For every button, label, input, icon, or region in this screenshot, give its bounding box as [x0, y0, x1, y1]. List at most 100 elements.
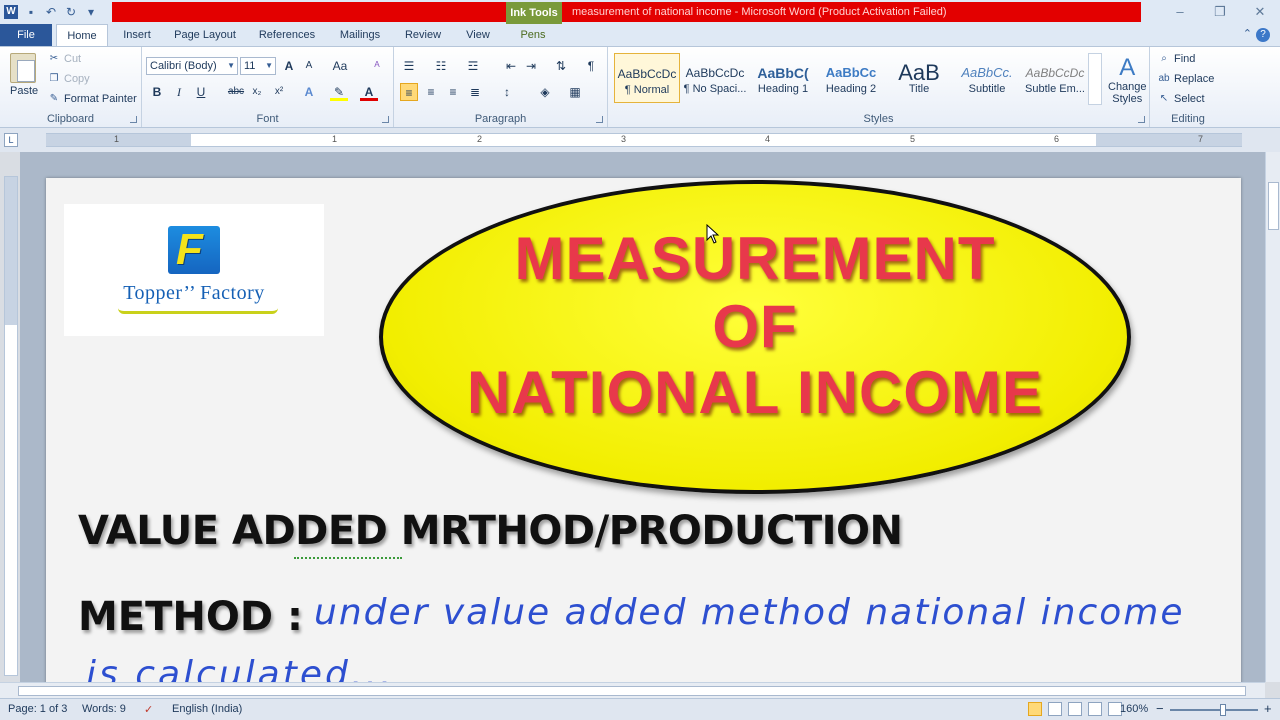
change-styles-button[interactable]: A Change Styles [1108, 54, 1147, 106]
ribbon-tabs: File Home Insert Page Layout References … [0, 24, 1280, 46]
font-launcher-icon[interactable] [382, 116, 389, 123]
ruler-area: L 1 1 2 3 4 5 6 7 [0, 128, 1280, 152]
maximize-button[interactable]: ❐ [1200, 0, 1240, 24]
styles-gallery-scroll[interactable] [1088, 53, 1102, 105]
tab-page-layout[interactable]: Page Layout [168, 24, 242, 46]
vertical-scrollbar[interactable] [1265, 152, 1280, 682]
word-count[interactable]: Words: 9 [82, 703, 126, 715]
paragraph-group: ☰ ☷ ☲ ⇤ ⇥ ⇅ ¶ ≡ ≡ ≡ ≣ ↕ ◈ ▦ Paragraph [394, 47, 608, 127]
tab-file[interactable]: File [0, 24, 52, 46]
multilevel-list-icon[interactable]: ☲ [464, 57, 482, 75]
undo-icon[interactable]: ↶ [44, 5, 58, 19]
logo-swoosh [118, 308, 278, 314]
superscript-button[interactable]: x² [270, 83, 288, 101]
align-left-icon[interactable]: ≡ [400, 83, 418, 101]
redo-icon[interactable]: ↻ [64, 5, 78, 19]
paste-icon[interactable] [10, 53, 36, 83]
tab-pens[interactable]: Pens [508, 24, 558, 46]
shrink-font-button[interactable]: A [300, 57, 318, 75]
style-normal[interactable]: AaBbCcDc ¶ Normal [614, 53, 680, 103]
style-heading-2[interactable]: AaBbCc Heading 2 [818, 53, 884, 103]
word-app-icon[interactable]: W [4, 5, 18, 19]
chevron-down-icon: ▼ [265, 61, 273, 70]
select-button[interactable]: ↖ Select [1158, 93, 1205, 105]
style-subtitle[interactable]: AaBbCc. Subtitle [954, 53, 1020, 103]
sort-icon[interactable]: ⇅ [552, 57, 570, 75]
ribbon: Paste ✂ Cut ❐ Copy ✎ Format Painter Clipboa… [0, 46, 1280, 128]
borders-icon[interactable]: ▦ [566, 83, 584, 101]
grow-font-button[interactable]: A [280, 57, 298, 75]
tab-insert[interactable]: Insert [114, 24, 160, 46]
font-color-icon[interactable]: A [360, 83, 378, 101]
styles-group: AaBbCcDc ¶ Normal AaBbCcDc ¶ No Spaci...… [608, 47, 1150, 127]
save-icon[interactable]: ▪ [24, 5, 38, 19]
tab-review[interactable]: Review [398, 24, 448, 46]
italic-button[interactable]: I [170, 83, 188, 101]
font-size-select[interactable]: 11 ▼ [240, 57, 276, 75]
vertical-ruler[interactable] [4, 176, 18, 676]
styles-launcher-icon[interactable] [1138, 116, 1145, 123]
zoom-slider-thumb[interactable] [1220, 704, 1226, 716]
close-button[interactable]: ✕ [1240, 0, 1280, 24]
shading-icon[interactable]: ◈ [536, 83, 554, 101]
style-title[interactable]: AaB Title [886, 53, 952, 103]
numbering-icon[interactable]: ☷ [432, 57, 450, 75]
style-subtle-emphasis[interactable]: AaBbCcDc Subtle Em... [1022, 53, 1088, 103]
horizontal-scroll-thumb[interactable] [18, 686, 1246, 696]
customize-qat-icon[interactable]: ▾ [84, 5, 98, 19]
tab-home[interactable]: Home [56, 24, 108, 46]
show-formatting-button[interactable]: ¶ [582, 57, 600, 75]
language-indicator[interactable]: English (India) [172, 703, 242, 715]
tab-selector[interactable]: L [4, 133, 18, 147]
full-screen-reading-icon[interactable] [1048, 702, 1062, 716]
title-ellipse-shape[interactable]: MEASUREMENT OF NATIONAL INCOME [379, 180, 1131, 494]
clipboard-launcher-icon[interactable] [130, 116, 137, 123]
replace-button[interactable]: ab Replace [1158, 73, 1214, 85]
strikethrough-button[interactable]: abc [224, 83, 248, 101]
justify-icon[interactable]: ≣ [466, 83, 484, 101]
paragraph-launcher-icon[interactable] [596, 116, 603, 123]
text-effects-icon[interactable]: A [300, 83, 318, 101]
font-name-select[interactable]: Calibri (Body) ▼ [146, 57, 238, 75]
zoom-level[interactable]: 160% [1120, 703, 1148, 715]
horizontal-scrollbar[interactable] [0, 682, 1265, 698]
increase-indent-icon[interactable]: ⇥ [522, 57, 540, 75]
change-case-button[interactable]: Aa [328, 57, 352, 75]
zoom-out-button[interactable]: − [1156, 701, 1164, 716]
copy-button[interactable]: ❐ Copy [48, 73, 90, 85]
find-button[interactable]: ⌕ Find [1158, 53, 1195, 65]
decrease-indent-icon[interactable]: ⇤ [502, 57, 520, 75]
style-heading-1[interactable]: AaBbC( Heading 1 [750, 53, 816, 103]
web-layout-icon[interactable] [1068, 702, 1082, 716]
clear-formatting-button[interactable]: ᴬ [368, 57, 386, 75]
format-painter-button[interactable]: ✎ Format Painter [48, 93, 137, 105]
tab-references[interactable]: References [252, 24, 322, 46]
tab-view[interactable]: View [456, 24, 500, 46]
zoom-in-button[interactable]: + [1264, 701, 1272, 716]
horizontal-ruler[interactable]: 1 1 2 3 4 5 6 7 [46, 133, 1242, 147]
outline-view-icon[interactable] [1088, 702, 1102, 716]
change-styles-icon: A [1119, 54, 1136, 81]
bullets-icon[interactable]: ☰ [400, 57, 418, 75]
help-icon[interactable]: ? [1256, 28, 1270, 42]
proofing-icon[interactable]: ✓ [144, 703, 153, 716]
zoom-slider[interactable] [1170, 704, 1258, 716]
tab-mailings[interactable]: Mailings [332, 24, 388, 46]
subscript-button[interactable]: x₂ [248, 83, 266, 101]
underline-button[interactable]: U [192, 83, 210, 101]
paste-button[interactable]: Paste [10, 85, 38, 97]
page-count[interactable]: Page: 1 of 3 [8, 703, 67, 715]
align-center-icon[interactable]: ≡ [422, 83, 440, 101]
style-no-spacing[interactable]: AaBbCcDc ¶ No Spaci... [682, 53, 748, 103]
vertical-scroll-thumb[interactable] [1268, 182, 1279, 230]
line-spacing-icon[interactable]: ↕ [498, 83, 516, 101]
document-page[interactable]: F Topper’’ Factory MEASUREMENT OF NATION… [46, 178, 1241, 688]
highlight-icon[interactable]: ✎ [330, 83, 348, 101]
minimize-button[interactable]: – [1160, 0, 1200, 24]
cut-button[interactable]: ✂ Cut [48, 53, 81, 65]
brush-icon: ✎ [49, 93, 59, 104]
bold-button[interactable]: B [148, 83, 166, 101]
minimize-ribbon-icon[interactable]: ⌃ [1243, 27, 1252, 40]
align-right-icon[interactable]: ≡ [444, 83, 462, 101]
print-layout-view-icon[interactable] [1028, 702, 1042, 716]
